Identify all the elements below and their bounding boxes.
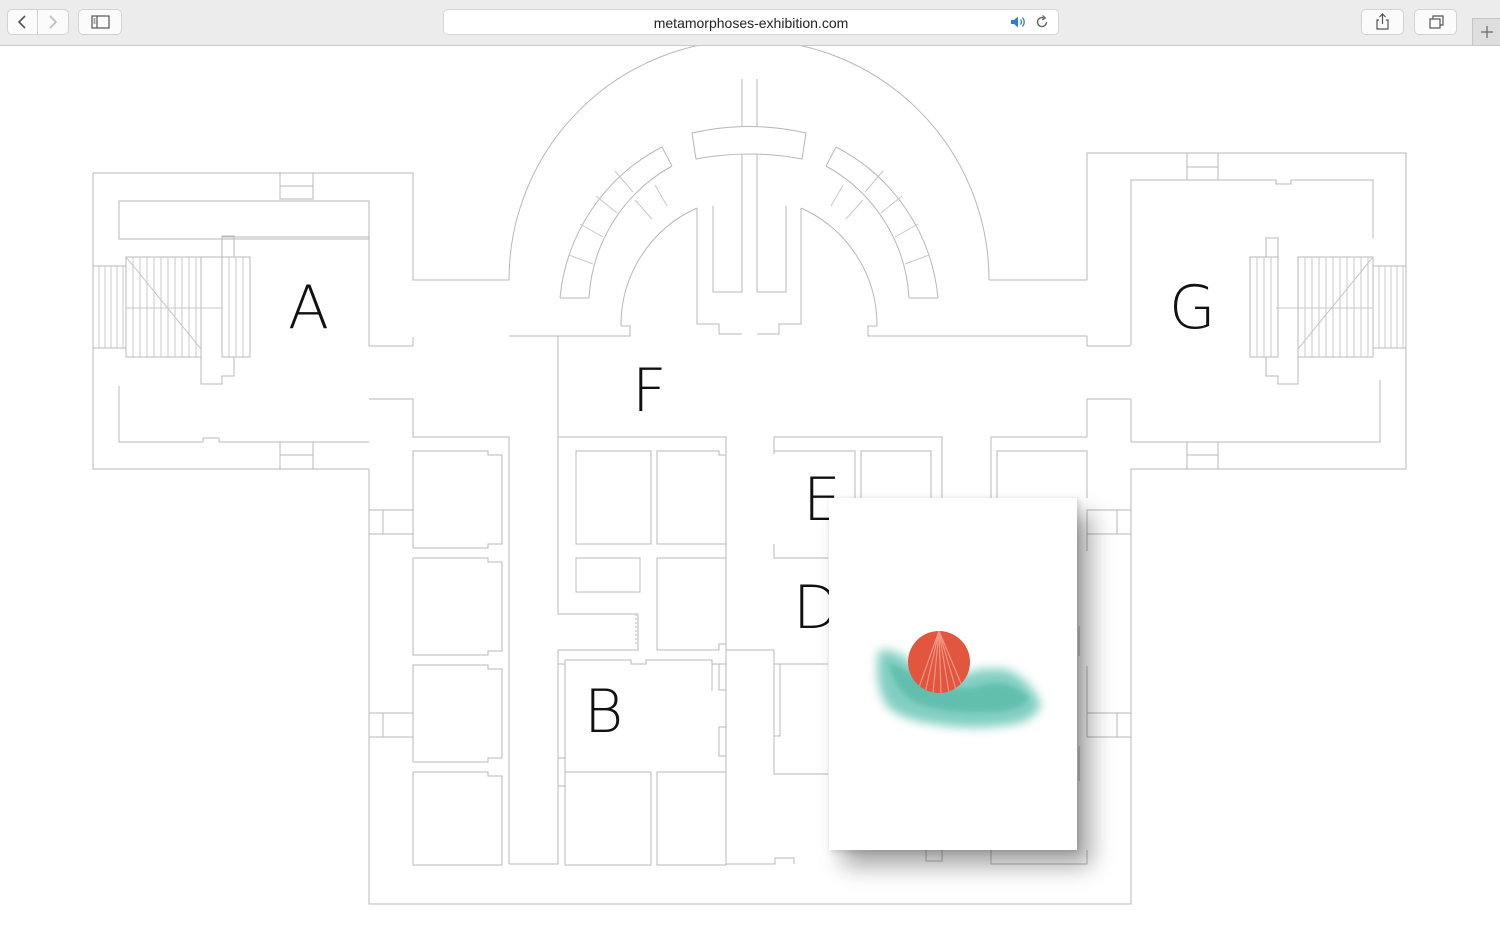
artwork-card[interactable] [829, 498, 1077, 850]
tabs-icon [1429, 15, 1444, 29]
floor-plan [92, 46, 1407, 905]
new-tab-button[interactable] [1472, 18, 1500, 45]
sidebar-icon [91, 15, 110, 29]
chevron-right-icon [49, 15, 58, 29]
back-button[interactable] [7, 9, 38, 35]
forward-button[interactable] [38, 9, 69, 35]
room-label-g[interactable]: G [1169, 278, 1216, 338]
tabs-button[interactable] [1414, 9, 1457, 35]
sidebar-button[interactable] [78, 9, 122, 35]
room-label-b[interactable]: B [584, 682, 623, 742]
artwork-image [877, 631, 1041, 728]
room-label-a[interactable]: A [288, 278, 329, 338]
reload-icon[interactable] [1034, 14, 1050, 30]
speaker-icon[interactable] [1010, 15, 1028, 29]
chevron-left-icon [17, 15, 26, 29]
browser-toolbar: metamorphoses-exhibition.com [0, 0, 1500, 46]
url-text: metamorphoses-exhibition.com [653, 15, 849, 31]
address-bar[interactable]: metamorphoses-exhibition.com [443, 9, 1059, 35]
room-label-f[interactable]: F [632, 361, 667, 421]
page-content: A B D E F G [0, 46, 1500, 937]
share-icon [1376, 13, 1389, 30]
share-button[interactable] [1361, 9, 1404, 35]
plus-icon [1481, 26, 1493, 38]
sun-shape [908, 631, 970, 693]
